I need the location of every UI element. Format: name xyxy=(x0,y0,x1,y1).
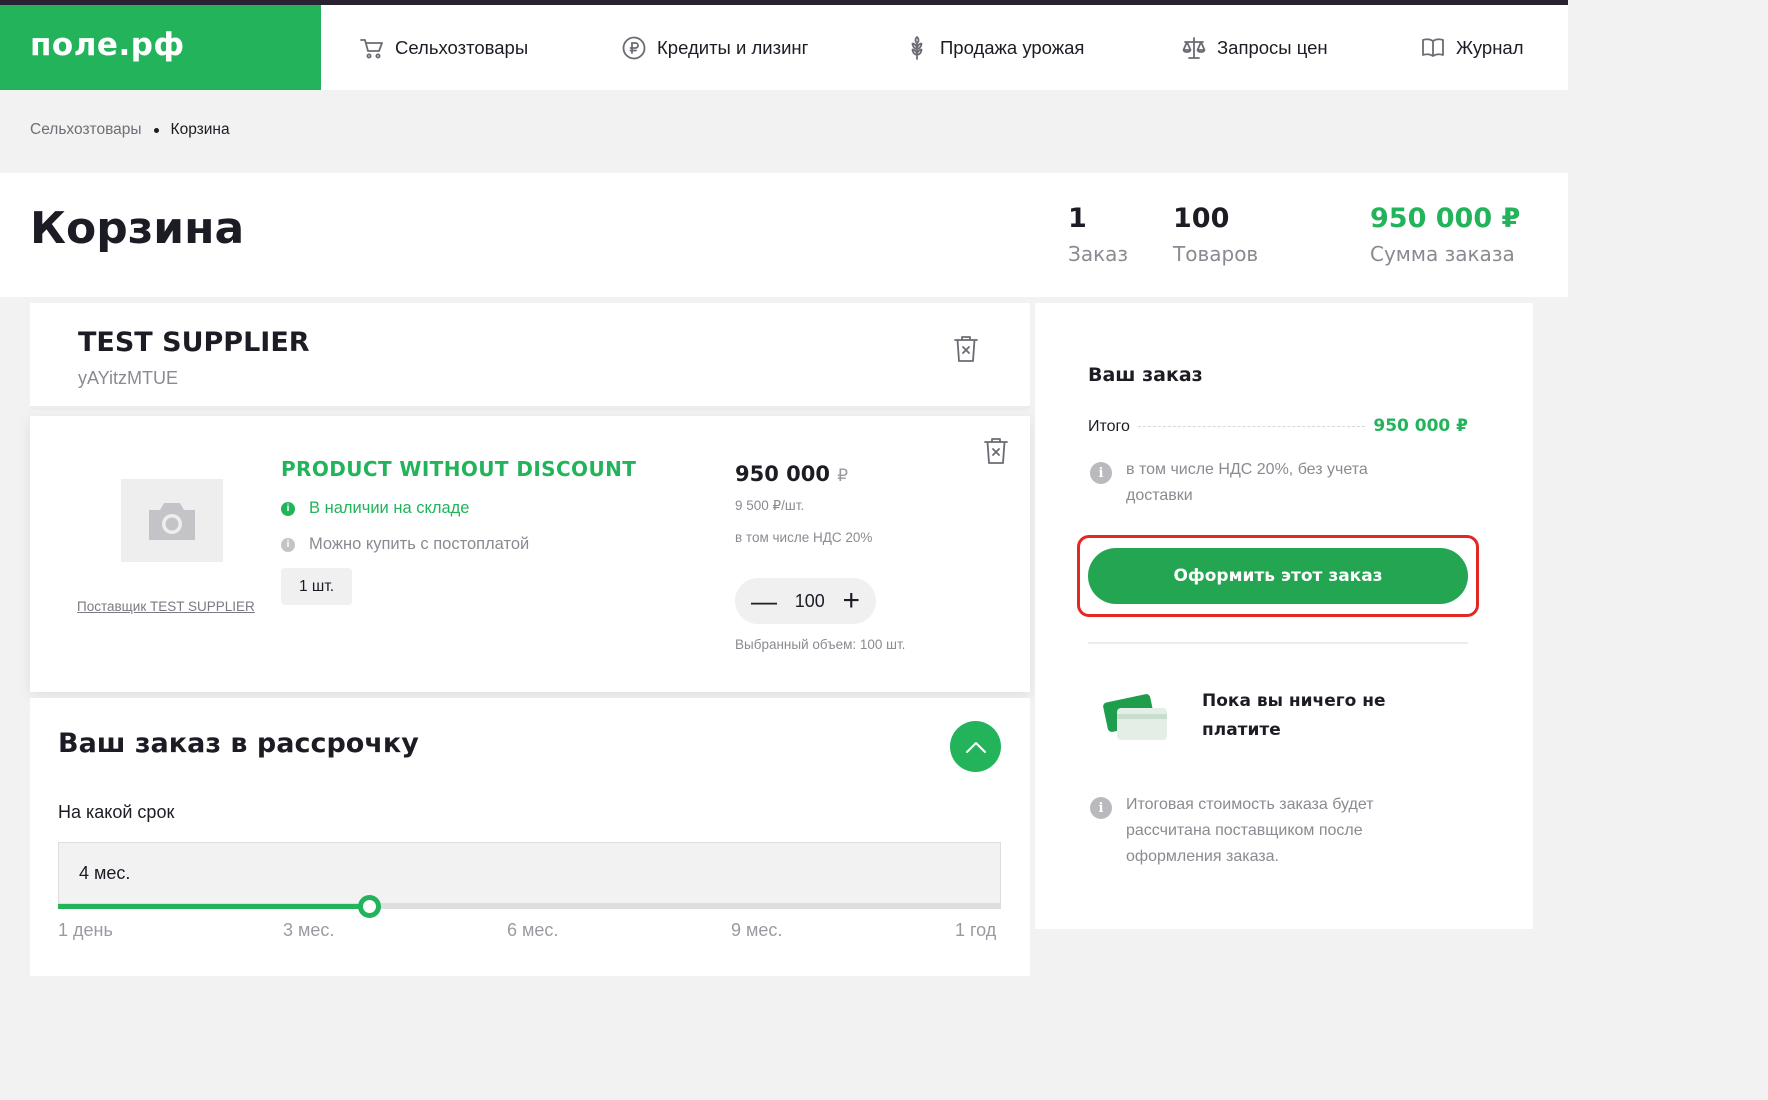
stat-label: Заказ xyxy=(1068,242,1129,266)
decrease-quantity-button[interactable]: — xyxy=(751,588,777,614)
page-title-bar: Корзина 1 Заказ 100 Товаров 950 000 ₽ Су… xyxy=(0,173,1568,297)
final-cost-note: i Итоговая стоимость заказа будет рассчи… xyxy=(1088,792,1418,870)
breadcrumb: Сельхозтовары Корзина xyxy=(30,121,230,139)
price-currency: ₽ xyxy=(837,466,849,486)
installment-title: Ваш заказ в рассрочку xyxy=(58,728,419,759)
info-icon: i xyxy=(1090,462,1112,484)
selected-volume: Выбранный объем: 100 шт. xyxy=(735,637,906,652)
supplier-card: TEST SUPPLIER yAYitzMTUE xyxy=(30,303,1030,410)
order-summary-panel: Ваш заказ Итого 950 000 ₽ i в том числе … xyxy=(1035,303,1533,929)
checkout-button[interactable]: Оформить этот заказ xyxy=(1088,548,1468,604)
site-logo[interactable]: поле.рф xyxy=(0,5,321,90)
ruble-coin-icon xyxy=(622,36,646,60)
stat-orders: 1 Заказ xyxy=(1068,203,1128,266)
stat-value: 100 xyxy=(1173,203,1230,234)
product-image-placeholder[interactable] xyxy=(121,479,223,562)
postpay-status: i Можно купить с постоплатой xyxy=(281,535,529,554)
nav-label: Сельхозтовары xyxy=(395,37,529,58)
term-slider-track[interactable] xyxy=(58,895,1001,918)
product-price: 950 000 ₽ xyxy=(735,462,848,486)
nav-label: Кредиты и лизинг xyxy=(657,37,809,58)
slider-tick-label: 3 мес. xyxy=(283,920,335,940)
nav-item-agro-goods[interactable]: Сельхозтовары xyxy=(359,33,528,63)
total-label: Итого xyxy=(1088,418,1130,435)
total-value: 950 000 ₽ xyxy=(1373,416,1468,436)
stat-label: Сумма заказа xyxy=(1370,242,1515,266)
camera-icon xyxy=(149,502,195,540)
in-stock-status: i В наличии на складе xyxy=(281,499,469,518)
site-header: поле.рф Сельхозтовары Кредиты и лизинг П… xyxy=(0,5,1568,90)
slider-tick-label: 6 мес. xyxy=(507,920,559,940)
payment-cards-icon xyxy=(1103,694,1167,740)
divider xyxy=(1088,642,1468,644)
term-label: На какой срок xyxy=(58,802,175,822)
wheat-icon xyxy=(911,36,923,60)
vat-delivery-note: i в том числе НДС 20%, без учета доставк… xyxy=(1088,457,1408,509)
nav-item-journal[interactable]: Журнал xyxy=(1420,33,1524,63)
stat-goods: 100 Товаров xyxy=(1173,203,1258,266)
price-value: 950 000 xyxy=(735,462,830,486)
postpay-text: Можно купить с постоплатой xyxy=(309,535,530,553)
pay-later-note: Пока вы ничего не платите xyxy=(1202,691,1386,740)
breadcrumb-separator xyxy=(153,127,159,133)
vat-note: в том числе НДС 20% xyxy=(735,530,873,545)
nav-item-credits-leasing[interactable]: Кредиты и лизинг xyxy=(621,33,808,63)
info-icon: i xyxy=(1090,797,1112,819)
delete-item-trash-icon[interactable] xyxy=(983,436,1009,466)
stat-order-sum: 950 000 ₽ Сумма заказа xyxy=(1370,203,1520,266)
page-title: Корзина xyxy=(30,203,245,254)
unit-price: 9 500 ₽/шт. xyxy=(735,498,805,513)
nav-label: Журнал xyxy=(1456,37,1524,58)
collapse-installment-button[interactable] xyxy=(950,721,1001,772)
quantity-value[interactable]: 100 xyxy=(795,591,825,612)
installment-section: Ваш заказ в рассрочку На какой срок 4 ме… xyxy=(30,698,1030,976)
slider-tick-label: 9 мес. xyxy=(731,920,783,940)
quantity-stepper: — 100 + xyxy=(735,578,876,624)
final-cost-text: Итоговая стоимость заказа будет рассчита… xyxy=(1126,796,1374,865)
supplier-name: TEST SUPPLIER xyxy=(78,327,310,358)
chevron-up-icon xyxy=(965,741,986,753)
nav-item-harvest-sale[interactable]: Продажа урожая xyxy=(904,33,1084,63)
cart-icon xyxy=(360,39,383,59)
dotted-leader xyxy=(1137,426,1366,427)
order-summary-title: Ваш заказ xyxy=(1088,364,1203,386)
nav-label: Продажа урожая xyxy=(940,37,1085,58)
order-total-row: Итого 950 000 ₽ xyxy=(1088,416,1468,436)
in-stock-text: В наличии на складе xyxy=(309,499,470,517)
slider-tick-label: 1 год xyxy=(955,920,997,940)
term-input[interactable]: 4 мес. xyxy=(58,842,1001,904)
cart-item: Поставщик TEST SUPPLIER PRODUCT WITHOUT … xyxy=(30,416,1030,692)
stat-label: Товаров xyxy=(1173,242,1259,266)
stat-value: 1 xyxy=(1068,203,1087,234)
breadcrumb-current: Корзина xyxy=(170,121,230,138)
scales-icon xyxy=(1182,37,1206,59)
slider-tick-label: 1 день xyxy=(58,920,113,940)
product-name[interactable]: PRODUCT WITHOUT DISCOUNT xyxy=(281,457,636,481)
info-icon: i xyxy=(281,537,295,552)
product-supplier-link[interactable]: Поставщик TEST SUPPLIER xyxy=(77,599,255,614)
term-slider-handle[interactable] xyxy=(358,895,382,918)
info-icon: i xyxy=(281,501,295,516)
book-icon xyxy=(1422,38,1444,57)
increase-quantity-button[interactable]: + xyxy=(842,586,860,616)
breadcrumb-link-agro-goods[interactable]: Сельхозтовары xyxy=(30,121,142,139)
nav-label: Запросы цен xyxy=(1217,37,1328,58)
supplier-code: yAYitzMTUE xyxy=(78,368,179,388)
vat-delivery-text: в том числе НДС 20%, без учета доставки xyxy=(1126,461,1368,504)
term-slider-fill xyxy=(58,904,370,909)
stat-value: 950 000 ₽ xyxy=(1370,203,1521,234)
unit-chip[interactable]: 1 шт. xyxy=(281,568,352,605)
nav-item-price-requests[interactable]: Запросы цен xyxy=(1181,33,1328,63)
delete-supplier-trash-icon[interactable] xyxy=(953,334,979,364)
